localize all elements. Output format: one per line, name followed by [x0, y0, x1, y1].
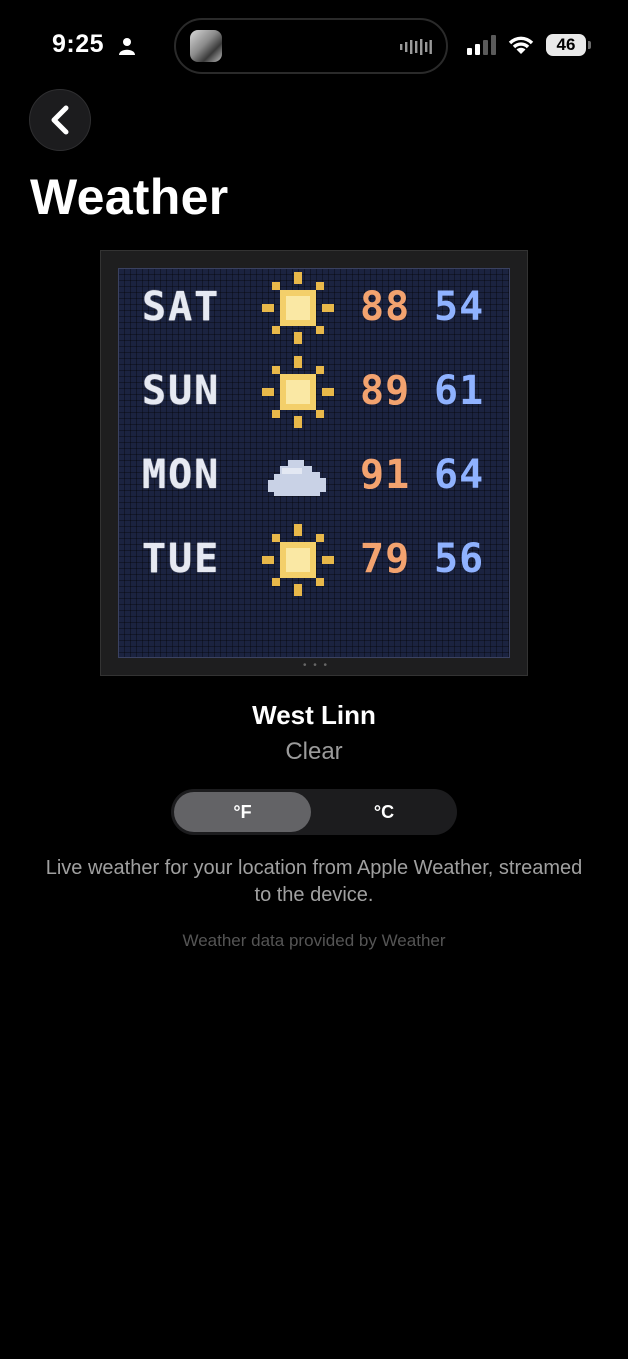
low-temp: 56 — [434, 536, 485, 582]
page-title: Weather — [30, 169, 229, 225]
high-temp: 89 — [360, 368, 411, 414]
person-icon — [119, 38, 135, 55]
location-name: West Linn — [252, 700, 376, 730]
forecast-row: SUN 89 61 — [118, 352, 510, 428]
high-temp: 91 — [360, 452, 411, 498]
back-button[interactable] — [29, 89, 91, 151]
chevron-left-icon — [51, 105, 69, 135]
device-indicator-dots: • • • — [303, 660, 330, 671]
sun-icon — [262, 356, 334, 428]
high-temp: 79 — [360, 536, 411, 582]
unit-toggle[interactable]: °F °C — [171, 789, 457, 835]
day-label: MON — [142, 452, 221, 498]
wifi-icon — [508, 36, 534, 54]
celsius-option[interactable]: °C — [314, 792, 454, 832]
day-label: SAT — [142, 284, 221, 330]
low-temp: 64 — [434, 452, 485, 498]
low-temp: 61 — [434, 368, 485, 414]
status-time: 9:25 — [52, 30, 105, 58]
now-playing-thumbnail[interactable] — [190, 30, 222, 62]
day-label: SUN — [142, 368, 221, 414]
forecast-row: SAT 88 54 — [118, 268, 510, 344]
device-screen: SAT 88 54 SUN 89 61 MON 91 64 TUE 79 56 — [118, 268, 510, 658]
description-text: Live weather for your location from Appl… — [45, 857, 583, 906]
low-temp: 54 — [434, 284, 485, 330]
device-preview: SAT 88 54 SUN 89 61 MON 91 64 TUE 79 56 … — [100, 250, 528, 676]
dynamic-island[interactable] — [174, 18, 448, 74]
forecast-row: TUE 79 56 — [118, 520, 510, 596]
sun-icon — [262, 272, 334, 344]
weather-condition: Clear — [285, 738, 343, 765]
forecast-row: MON 91 64 — [118, 436, 510, 506]
sun-icon — [262, 524, 334, 596]
fahrenheit-option[interactable]: °F — [174, 792, 311, 832]
battery-cap — [588, 41, 591, 49]
battery-icon: 46 — [546, 34, 586, 56]
screen: 9:25 46 Weather SAT 88 54 SUN 89 61 MON … — [0, 0, 628, 1359]
high-temp: 88 — [360, 284, 411, 330]
cellular-signal-icon — [467, 35, 496, 55]
attribution-text: Weather data provided by Weather — [182, 931, 446, 950]
cloud-icon — [268, 460, 326, 496]
day-label: TUE — [142, 536, 221, 582]
audio-waveform-icon — [400, 39, 432, 55]
